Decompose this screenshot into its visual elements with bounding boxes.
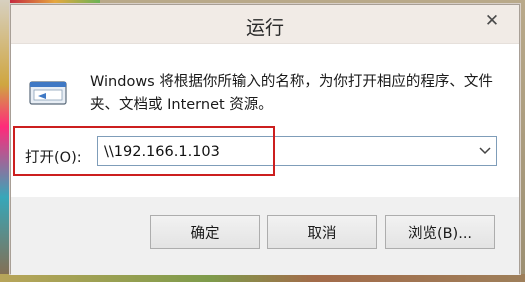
desktop-edge-left [0, 0, 10, 282]
button-bar: 确定 取消 浏览(B)... [11, 197, 519, 275]
dialog-content: Windows 将根据你所输入的名称，为你打开相应的程序、文件夹、文档或 Int… [11, 43, 519, 197]
close-icon: ✕ [484, 11, 500, 31]
annotation-highlight-box [13, 126, 275, 176]
window-title: 运行 [245, 17, 284, 39]
browse-button[interactable]: 浏览(B)... [385, 215, 495, 249]
ok-button[interactable]: 确定 [150, 215, 260, 249]
desktop-edge-bottom [0, 274, 525, 282]
cancel-button[interactable]: 取消 [267, 215, 377, 249]
dialog-description: Windows 将根据你所输入的名称，为你打开相应的程序、文件夹、文档或 Int… [90, 74, 493, 113]
run-dialog: 运行 ✕ Windows 将根据你所输入的名称，为你打开相应的程序、文件夹、文档… [10, 4, 520, 275]
close-button[interactable]: ✕ [473, 9, 511, 33]
run-program-icon [29, 81, 67, 105]
dropdown-button[interactable] [474, 137, 496, 165]
chevron-down-icon [479, 147, 491, 155]
title-bar[interactable]: 运行 ✕ [11, 5, 519, 43]
